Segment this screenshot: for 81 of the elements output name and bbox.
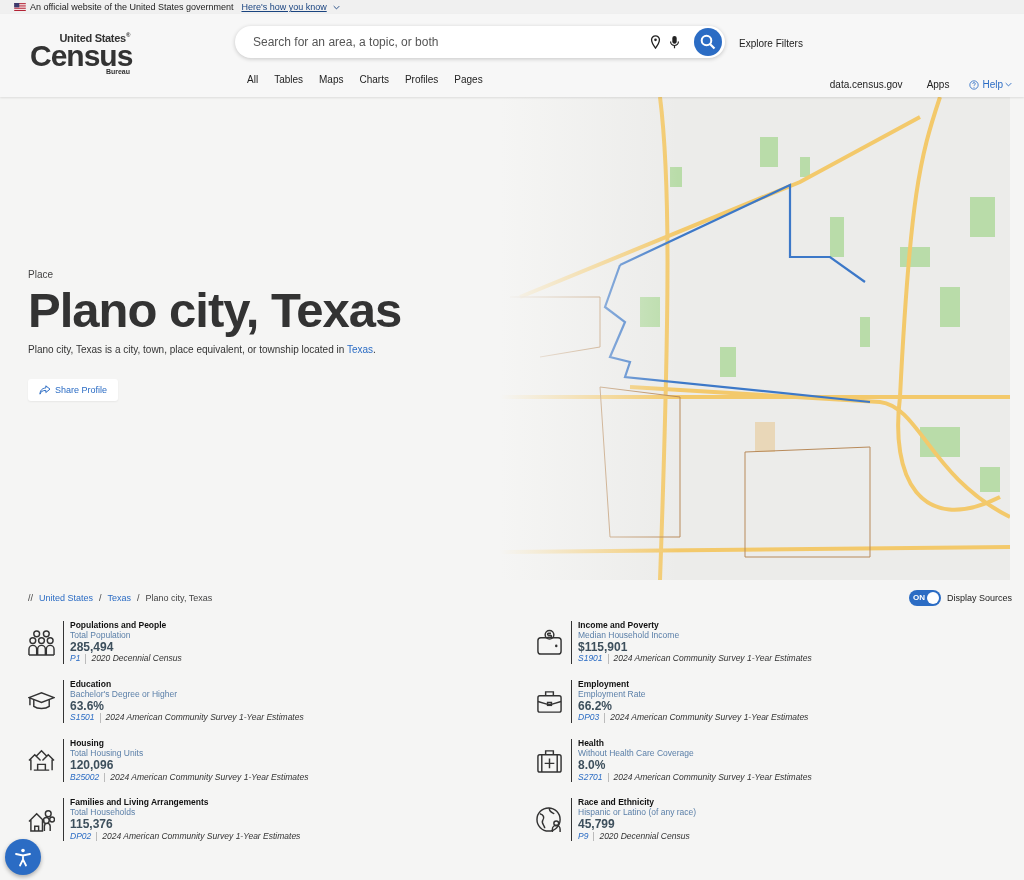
place-description: Plano city, Texas is a city, town, place equivalent, or township located in Texas. bbox=[28, 343, 377, 355]
accessibility-icon bbox=[13, 847, 33, 867]
location-pin-icon[interactable] bbox=[650, 35, 661, 49]
explore-filters-link[interactable]: Explore Filters bbox=[739, 38, 803, 49]
measure-label: Bachelor's Degree or Higher bbox=[70, 689, 178, 700]
source-text: 2024 American Community Survey 1-Year Estimates bbox=[102, 831, 301, 842]
measure-label: Total Households bbox=[70, 808, 136, 818]
breadcrumb-separator: / bbox=[99, 593, 102, 603]
search-icon bbox=[700, 34, 716, 50]
measure-label: Median Household Income bbox=[578, 630, 681, 641]
measure-label: Employment Rate bbox=[578, 689, 647, 700]
wallet-icon bbox=[536, 629, 563, 657]
breadcrumb-separator: // bbox=[28, 593, 33, 603]
briefcase-icon bbox=[536, 688, 563, 716]
source-text: 2024 American Community Survey 1-Year Estimates bbox=[105, 713, 304, 724]
globe-people-icon bbox=[536, 806, 563, 834]
utility-link[interactable]: data.census.gov bbox=[829, 79, 903, 90]
table-id-link[interactable]: P1 bbox=[70, 654, 87, 665]
source-text: 2024 American Community Survey 1-Year Estimates bbox=[613, 772, 812, 783]
nav-tab[interactable]: Maps bbox=[311, 72, 352, 87]
nav-tab[interactable]: Pages bbox=[446, 72, 491, 87]
place-title: Plano city, Texas bbox=[28, 284, 403, 338]
source-text: 2020 Decennial Census bbox=[91, 654, 182, 665]
accessibility-button[interactable] bbox=[5, 839, 41, 875]
topic-title: Families and Living Arrangements bbox=[70, 798, 210, 809]
stat-value: 115,376 bbox=[70, 817, 114, 832]
measure-label: Without Health Care Coverage bbox=[578, 748, 695, 759]
search-field[interactable]: Search for an area, a topic, or both bbox=[251, 34, 642, 50]
microphone-icon[interactable] bbox=[669, 35, 680, 49]
nav-tab[interactable]: All bbox=[239, 72, 267, 87]
eyebrow-label: Place bbox=[28, 269, 54, 280]
table-id-link[interactable]: S2701 bbox=[578, 772, 609, 783]
source-text: 2024 American Community Survey 1-Year Estimates bbox=[110, 772, 309, 783]
share-profile-button[interactable]: Share Profile bbox=[28, 378, 119, 401]
stat-value: 120,096 bbox=[70, 758, 114, 773]
measure-label: Hispanic or Latino (of any race) bbox=[578, 808, 697, 818]
topic-title: Health bbox=[578, 739, 605, 749]
breadcrumb-separator: / bbox=[137, 593, 140, 603]
nav-tab[interactable]: Tables bbox=[266, 72, 312, 87]
measure-label: Total Population bbox=[70, 630, 132, 641]
topic-title: Race and Ethnicity bbox=[578, 798, 655, 809]
topic-title: Education bbox=[70, 680, 113, 690]
source-text: 2024 American Community Survey 1-Year Estimates bbox=[610, 713, 809, 724]
share-icon bbox=[39, 384, 51, 395]
table-id-link[interactable]: S1901 bbox=[578, 654, 609, 665]
us-flag-icon bbox=[14, 3, 26, 11]
stat-value: 66.2% bbox=[578, 699, 613, 714]
texas-link[interactable]: Texas bbox=[346, 343, 373, 355]
stat-value: 63.6% bbox=[70, 699, 106, 714]
chevron-down-icon[interactable] bbox=[332, 4, 340, 10]
search-button[interactable] bbox=[694, 28, 722, 56]
stat-value: $115,901 bbox=[578, 640, 629, 655]
source-text: 2020 Decennial Census bbox=[599, 831, 690, 842]
search-bar[interactable]: Search for an area, a topic, or both bbox=[235, 26, 725, 58]
display-sources-toggle[interactable]: ON bbox=[908, 590, 941, 606]
table-id-link[interactable]: DP03 bbox=[578, 713, 606, 724]
utility-link[interactable]: Apps bbox=[926, 79, 950, 90]
table-id-link[interactable]: DP02 bbox=[70, 831, 98, 842]
stat-value: 285,494 bbox=[70, 640, 114, 654]
table-id-link[interactable]: B25002 bbox=[70, 772, 106, 783]
nav-tab[interactable]: Charts bbox=[351, 72, 397, 87]
people-group-icon bbox=[28, 629, 55, 657]
breadcrumb-current: Plano city, Texas bbox=[145, 593, 213, 603]
topic-title: Income and Poverty bbox=[578, 621, 660, 631]
measure-label: Total Housing Units bbox=[70, 748, 145, 759]
first-aid-kit-icon bbox=[536, 747, 563, 775]
official-website-text: An official website of the United States government bbox=[30, 2, 234, 12]
breadcrumb-link[interactable]: United States bbox=[39, 593, 94, 603]
topic-title: Populations and People bbox=[70, 621, 168, 631]
source-text: 2024 American Community Survey 1-Year Estimates bbox=[613, 654, 812, 665]
how-you-know-link[interactable]: Here's how you know bbox=[241, 2, 327, 12]
topic-title: Housing bbox=[70, 739, 105, 749]
topic-title: Employment bbox=[578, 680, 630, 690]
nav-tab[interactable]: Profiles bbox=[396, 72, 447, 87]
stat-value: 45,799 bbox=[578, 817, 616, 832]
table-id-link[interactable]: P9 bbox=[578, 831, 595, 842]
help-link[interactable]: Help bbox=[982, 79, 1003, 90]
breadcrumb-link[interactable]: Texas bbox=[107, 593, 132, 603]
display-sources-label: Display Sources bbox=[946, 593, 1012, 603]
table-id-link[interactable]: S1501 bbox=[70, 713, 101, 724]
stat-value: 8.0% bbox=[578, 758, 607, 773]
